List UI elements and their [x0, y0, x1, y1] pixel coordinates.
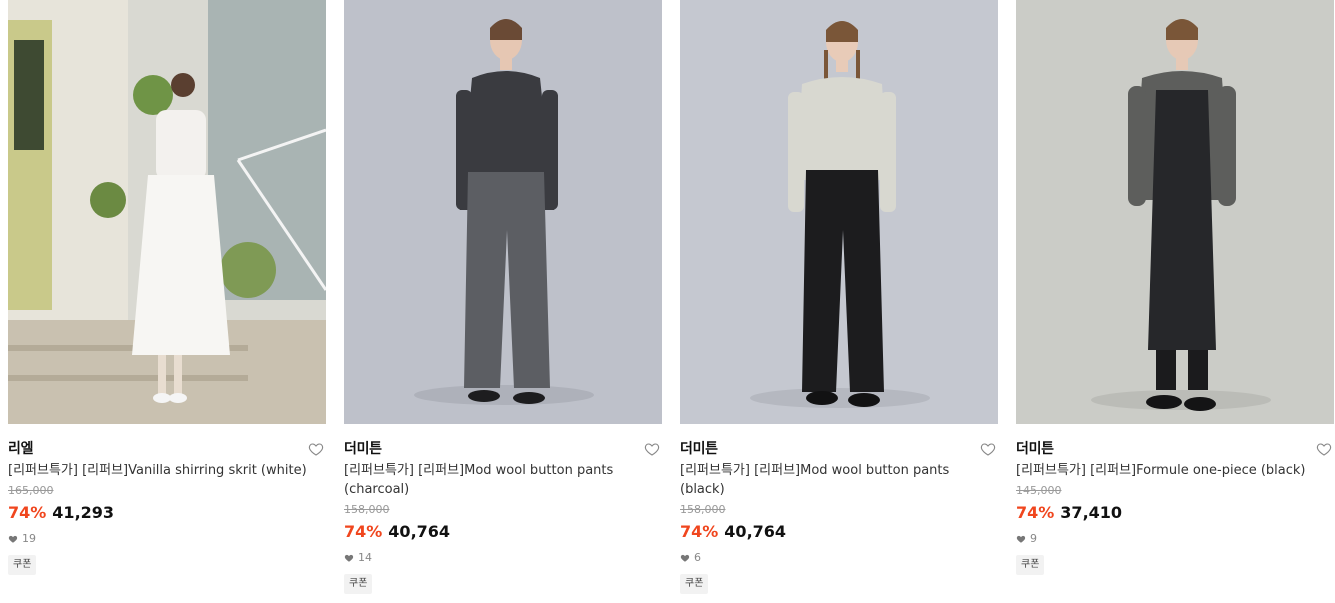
heart-filled-icon: [1016, 535, 1026, 543]
discount-rate: 74%: [344, 522, 383, 541]
product-card[interactable]: 더미튼 [리퍼브특가] [리퍼브]Formule one-piece (blac…: [1016, 0, 1334, 575]
like-count-row: 14: [344, 551, 662, 565]
coupon-badge: 쿠폰: [8, 555, 37, 575]
coupon-badge: 쿠폰: [344, 574, 373, 594]
brand-row: 리엘: [8, 438, 326, 460]
like-count: 14: [358, 551, 372, 564]
product-card[interactable]: 더미튼 [리퍼브특가] [리퍼브]Mod wool button pants (…: [680, 0, 998, 594]
sale-price: 37,410: [1060, 503, 1123, 522]
wishlist-heart-icon[interactable]: [1316, 441, 1332, 457]
like-count: 9: [1030, 532, 1037, 545]
original-price: 158,000: [344, 503, 390, 516]
brand-name[interactable]: 리엘: [8, 441, 33, 457]
brand-name[interactable]: 더미튼: [1016, 441, 1054, 457]
heart-filled-icon: [680, 554, 690, 562]
product-card[interactable]: 리엘 [리퍼브특가] [리퍼브]Vanilla shirring skrit (…: [8, 0, 326, 575]
price-row: 74% 40,764: [680, 522, 998, 542]
like-count: 6: [694, 551, 701, 564]
product-image[interactable]: [680, 0, 998, 424]
product-title[interactable]: [리퍼브특가] [리퍼브]Vanilla shirring skrit (whi…: [8, 461, 326, 480]
price-row: 74% 37,410: [1016, 503, 1334, 523]
product-title[interactable]: [리퍼브특가] [리퍼브]Mod wool button pants (blac…: [680, 461, 998, 499]
like-count-row: 19: [8, 532, 326, 546]
original-price: 165,000: [8, 484, 54, 497]
price-row: 74% 40,764: [344, 522, 662, 542]
product-image[interactable]: [8, 0, 326, 424]
discount-rate: 74%: [1016, 503, 1055, 522]
product-image[interactable]: [344, 0, 662, 424]
coupon-badge: 쿠폰: [680, 574, 709, 594]
original-price: 145,000: [1016, 484, 1062, 497]
discount-rate: 74%: [680, 522, 719, 541]
original-price: 158,000: [680, 503, 726, 516]
like-count-row: 9: [1016, 532, 1334, 546]
like-count: 19: [22, 532, 36, 545]
heart-filled-icon: [344, 554, 354, 562]
product-grid: 리엘 [리퍼브특가] [리퍼브]Vanilla shirring skrit (…: [8, 0, 1335, 603]
brand-name[interactable]: 더미튼: [680, 441, 718, 457]
product-title[interactable]: [리퍼브특가] [리퍼브]Mod wool button pants (char…: [344, 461, 662, 499]
brand-row: 더미튼: [680, 438, 998, 460]
brand-name[interactable]: 더미튼: [344, 441, 382, 457]
wishlist-heart-icon[interactable]: [980, 441, 996, 457]
product-title[interactable]: [리퍼브특가] [리퍼브]Formule one-piece (black): [1016, 461, 1334, 480]
wishlist-heart-icon[interactable]: [644, 441, 660, 457]
price-row: 74% 41,293: [8, 503, 326, 523]
like-count-row: 6: [680, 551, 998, 565]
discount-rate: 74%: [8, 503, 47, 522]
product-card[interactable]: 더미튼 [리퍼브특가] [리퍼브]Mod wool button pants (…: [344, 0, 662, 594]
coupon-badge: 쿠폰: [1016, 555, 1045, 575]
sale-price: 40,764: [724, 522, 787, 541]
wishlist-heart-icon[interactable]: [308, 441, 324, 457]
heart-filled-icon: [8, 535, 18, 543]
brand-row: 더미튼: [1016, 438, 1334, 460]
sale-price: 40,764: [388, 522, 451, 541]
brand-row: 더미튼: [344, 438, 662, 460]
sale-price: 41,293: [52, 503, 115, 522]
product-image[interactable]: [1016, 0, 1334, 424]
